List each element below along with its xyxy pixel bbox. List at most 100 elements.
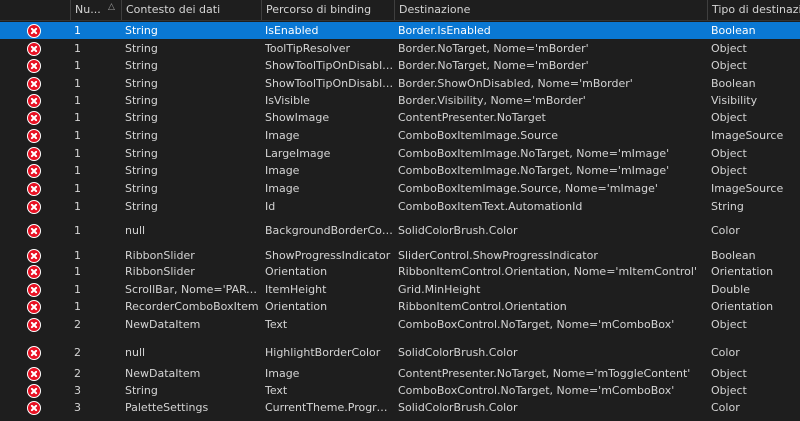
table-row[interactable]: 1 String IsVisible Border.Visibility, Nome=… — [0, 92, 800, 109]
table-row[interactable]: 1 String ShowToolTipOnDisabled Border.ShowO… — [0, 75, 800, 92]
error-icon — [27, 147, 41, 161]
error-icon — [27, 346, 41, 360]
row-data-context: String — [125, 384, 158, 397]
row-count: 1 — [74, 300, 81, 313]
row-binding-path: ShowProgressIndicator — [265, 249, 391, 262]
row-binding-path: CurrentTheme.ProgressBa... — [265, 401, 394, 414]
row-count: 2 — [74, 318, 81, 331]
row-count: 1 — [74, 42, 81, 55]
row-target: Border.Visibility, Nome='mBorder' — [398, 94, 586, 107]
error-icon — [27, 200, 41, 214]
row-data-context: NewDataItem — [125, 318, 201, 331]
error-icon — [27, 224, 41, 238]
error-icon — [27, 318, 41, 332]
error-icon — [27, 129, 41, 143]
row-target: SliderControl.ShowProgressIndicator — [398, 249, 598, 262]
row-binding-path: Id — [265, 200, 276, 213]
table-row[interactable]: 1 String Image ComboBoxItemImage.NoTarget, … — [0, 162, 800, 179]
table-row[interactable]: 1 String Id ComboBoxItemText.AutomationId St… — [0, 198, 800, 215]
error-icon — [27, 401, 41, 415]
row-count: 2 — [74, 346, 81, 359]
row-target-type: Visibility — [711, 94, 758, 107]
table-row[interactable]: 1 String Image ComboBoxItemImage.Source, No… — [0, 180, 800, 197]
row-target: Border.IsEnabled — [398, 24, 491, 37]
row-target-type: Object — [711, 318, 747, 331]
row-data-context: null — [125, 224, 146, 237]
table-row[interactable]: 1 ScrollBar, Nome='PART_Vert... ItemHeight… — [0, 281, 800, 298]
row-data-context: ScrollBar, Nome='PART_Vert... — [125, 283, 261, 296]
col-target-header[interactable]: Destinazione — [394, 0, 707, 20]
col-target-label: Destinazione — [399, 3, 471, 16]
sort-ascending-icon[interactable]: △ — [108, 2, 115, 12]
error-icon — [27, 164, 41, 178]
table-row[interactable]: 1 String Image ComboBoxItemImage.Source Imag… — [0, 127, 800, 144]
row-data-context: String — [125, 182, 158, 195]
row-binding-path: Image — [265, 182, 300, 195]
row-count: 1 — [74, 147, 81, 160]
row-count: 3 — [74, 384, 81, 397]
table-row[interactable]: 1 RecorderComboBoxItem Orientation RibbonIt… — [0, 298, 800, 315]
row-data-context: String — [125, 24, 158, 37]
table-row[interactable]: 3 String Text ComboBoxControl.NoTarget, Nom… — [0, 382, 800, 399]
row-binding-path: Image — [265, 367, 300, 380]
row-count: 2 — [74, 367, 81, 380]
row-count: 1 — [74, 94, 81, 107]
row-binding-path: IsVisible — [265, 94, 310, 107]
row-target-type: Boolean — [711, 249, 756, 262]
row-count: 1 — [74, 200, 81, 213]
row-data-context: RecorderComboBoxItem — [125, 300, 259, 313]
error-icon — [27, 111, 41, 125]
table-row[interactable]: 1 null BackgroundBorderColor SolidColorBrus… — [0, 217, 800, 244]
row-target-type: Object — [711, 42, 747, 55]
row-target: ComboBoxControl.NoTarget, Nome='mComboBo… — [398, 318, 675, 331]
table-row[interactable]: 1 String ShowImage ContentPresenter.NoTarge… — [0, 109, 800, 126]
row-binding-path: ShowToolTipOnDisabled — [265, 77, 394, 90]
row-data-context: String — [125, 59, 158, 72]
table-row[interactable]: 1 String IsEnabled Border.IsEnabled Boolean — [0, 22, 800, 39]
row-count: 1 — [74, 111, 81, 124]
col-target-type-header[interactable]: Tipo di destinazio — [707, 0, 800, 20]
table-row[interactable]: 1 RibbonSlider Orientation RibbonItemContro… — [0, 263, 800, 280]
row-target-type: Orientation — [711, 265, 774, 278]
error-icon — [27, 384, 41, 398]
col-binding-path-header[interactable]: Percorso di binding — [261, 0, 394, 20]
row-binding-path: ShowToolTipOnDisabled — [265, 59, 394, 72]
table-row[interactable]: 1 String ToolTipResolver Border.NoTarget, N… — [0, 40, 800, 57]
row-target-type: Object — [711, 147, 747, 160]
table-row[interactable]: 2 NewDataItem Text ComboBoxControl.NoTarget… — [0, 316, 800, 333]
row-data-context: String — [125, 147, 158, 160]
col-binding-path-label: Percorso di binding — [266, 3, 372, 16]
row-data-context: String — [125, 200, 158, 213]
row-target: RibbonItemControl.Orientation, Nome='mIt… — [398, 265, 697, 278]
table-row[interactable]: 3 PaletteSettings CurrentTheme.ProgressBa.… — [0, 399, 800, 416]
row-target: ComboBoxItemText.AutomationId — [398, 200, 583, 213]
row-data-context: String — [125, 77, 158, 90]
row-binding-path: Text — [265, 318, 288, 331]
row-binding-path: HighlightBorderColor — [265, 346, 381, 359]
table-row[interactable]: 1 RibbonSlider ShowProgressIndicator Slider… — [0, 247, 800, 264]
row-target-type: ImageSource — [711, 129, 784, 142]
row-target-type: ImageSource — [711, 182, 784, 195]
row-count: 1 — [74, 24, 81, 37]
row-target-type: Color — [711, 224, 740, 237]
col-data-context-header[interactable]: Contesto dei dati — [121, 0, 261, 20]
row-target-type: Boolean — [711, 77, 756, 90]
row-data-context: String — [125, 164, 158, 177]
row-target-type: Boolean — [711, 24, 756, 37]
row-target-type: Color — [711, 401, 740, 414]
row-target: ContentPresenter.NoTarget — [398, 111, 546, 124]
table-row[interactable]: 1 String ShowToolTipOnDisabled Border.NoTar… — [0, 57, 800, 74]
row-target-type: Orientation — [711, 300, 774, 313]
row-data-context: null — [125, 346, 146, 359]
error-icon — [27, 249, 41, 263]
error-icon — [27, 367, 41, 381]
col-status-header[interactable] — [0, 0, 70, 20]
col-target-type-label: Tipo di destinazio — [712, 3, 800, 16]
table-row[interactable]: 2 NewDataItem Image ContentPresenter.NoTarg… — [0, 365, 800, 382]
row-target: SolidColorBrush.Color — [398, 401, 518, 414]
table-row[interactable]: 2 null HighlightBorderColor SolidColorBrush… — [0, 339, 800, 366]
table-row[interactable]: 1 String LargeImage ComboBoxItemImage.NoTar… — [0, 145, 800, 162]
row-target: ComboBoxItemImage.NoTarget, Nome='mImage… — [398, 164, 670, 177]
error-icon — [27, 94, 41, 108]
row-target-type: Double — [711, 283, 750, 296]
